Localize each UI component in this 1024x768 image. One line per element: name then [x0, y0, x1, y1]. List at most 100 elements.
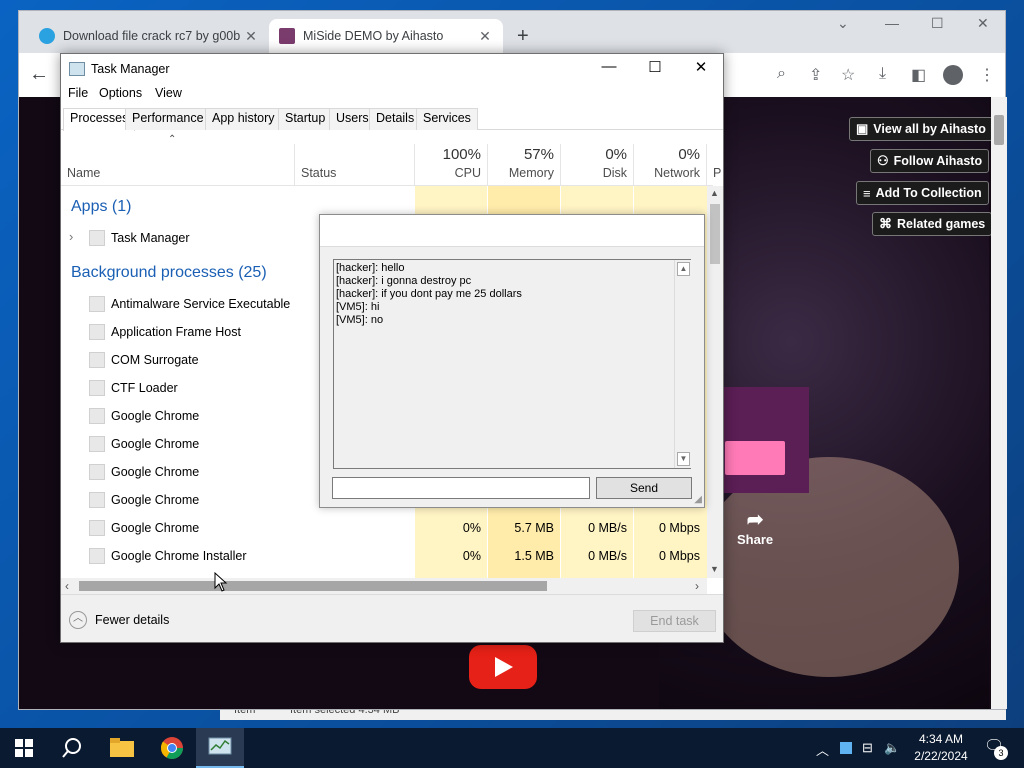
scroll-up-icon[interactable]: ▲	[710, 188, 719, 198]
vertical-scrollbar[interactable]: ▲ ▼	[707, 186, 723, 578]
view-all-button[interactable]: ▣ View all by Aihasto	[849, 117, 993, 141]
process-cpu: 0%	[462, 521, 481, 535]
tab-search-chevron-icon[interactable]: ⌄	[837, 15, 849, 32]
column-header: ⌃ Name Status 100% CPU 57% Memory 0% Dis…	[61, 130, 721, 186]
table-row[interactable]: Google Chrome 0% 5.7 MB 0 MB/s 0 Mbps	[61, 514, 707, 542]
minimize-icon[interactable]: —	[885, 15, 899, 31]
sort-arrow-icon: ⌃	[168, 134, 177, 145]
end-task-button[interactable]: End task	[633, 610, 716, 632]
volume-muted-icon[interactable]: 🔈	[884, 740, 900, 756]
column-network[interactable]: Network	[640, 166, 700, 180]
scroll-thumb[interactable]	[79, 581, 547, 591]
share-icon[interactable]: ⇪	[809, 65, 822, 85]
chat-message-input[interactable]	[332, 477, 590, 499]
process-name: Antimalware Service Executable	[111, 297, 291, 311]
chat-log[interactable]: [hacker]: hello [hacker]: i gonna destro…	[333, 259, 691, 469]
column-power[interactable]: P	[713, 166, 723, 180]
chat-titlebar[interactable]	[320, 215, 704, 247]
app-tray-icon[interactable]	[840, 742, 852, 754]
minimize-icon[interactable]: —	[589, 58, 629, 75]
search-icon[interactable]: ⌕	[777, 65, 786, 83]
network-icon[interactable]: ⊟	[862, 740, 873, 756]
share-label: Share	[737, 532, 774, 547]
network-percent: 0%	[678, 146, 700, 163]
tab-services[interactable]: Services	[416, 108, 478, 130]
menu-view[interactable]: View	[155, 86, 182, 100]
tab-app-history[interactable]: App history	[205, 108, 282, 130]
horizontal-scrollbar[interactable]: ‹ ›	[61, 578, 707, 594]
table-row[interactable]: Google Chrome Installer 0% 1.5 MB 0 MB/s 0 M…	[61, 542, 707, 570]
scroll-thumb[interactable]	[710, 204, 720, 264]
clock[interactable]: 4:34 AM 2/22/2024	[906, 731, 976, 765]
memory-percent: 57%	[523, 146, 554, 163]
maximize-icon[interactable]: ☐	[931, 15, 944, 32]
process-name: Google Chrome	[111, 493, 200, 507]
chat-message: [VM5]: no	[336, 314, 384, 326]
chevron-up-icon: ︿	[69, 611, 87, 629]
tab-performance[interactable]: Performance	[125, 108, 211, 130]
download-button[interactable]	[725, 441, 785, 475]
page-scrollbar[interactable]	[991, 97, 1007, 709]
add-to-collection-button[interactable]: ≡ Add To Collection	[856, 181, 989, 205]
chevron-up-icon[interactable]: ︿	[816, 740, 829, 759]
close-icon[interactable]: ✕	[977, 15, 989, 32]
tab-startup[interactable]: Startup	[278, 108, 333, 130]
follow-button[interactable]: ⚇ Follow Aihasto	[870, 149, 990, 173]
notification-center-button[interactable]: 🗨 3	[984, 736, 1008, 760]
map-icon: ⌘	[879, 216, 892, 231]
side-panel-icon[interactable]: ◧	[911, 65, 926, 85]
taskbar: ︿ ⊟ 🔈 4:34 AM 2/22/2024 🗨 3	[0, 728, 1024, 768]
scroll-up-icon[interactable]: ▲	[677, 262, 690, 276]
related-games-button[interactable]: ⌘ Related games	[872, 212, 993, 236]
expand-chevron-icon[interactable]: ›	[69, 229, 73, 244]
start-button[interactable]	[0, 728, 48, 768]
new-tab-plus-icon[interactable]: +	[517, 25, 529, 48]
maximize-icon[interactable]: ☐	[635, 58, 675, 76]
column-name[interactable]: Name	[67, 166, 100, 180]
column-disk[interactable]: Disk	[567, 166, 627, 180]
bookmark-star-icon[interactable]: ☆	[841, 65, 855, 85]
game-favicon-icon	[279, 28, 295, 44]
youtube-play-icon[interactable]	[469, 645, 537, 689]
search-button[interactable]	[48, 728, 96, 768]
task-manager-titlebar[interactable]: Task Manager — ☐ ✕	[61, 54, 723, 84]
background-group-header[interactable]: Background processes (25)	[71, 264, 267, 282]
chat-message: [hacker]: hello	[336, 262, 405, 274]
menu-kebab-icon[interactable]: ⋮	[979, 65, 995, 85]
task-manager-taskbar-button[interactable]	[196, 728, 244, 768]
fewer-details-button[interactable]: ︿ Fewer details	[69, 611, 169, 629]
chrome-tab-download[interactable]: Download file crack rc7 by g00b ✕	[29, 19, 269, 53]
back-arrow-icon[interactable]: ←	[29, 63, 49, 86]
site-favicon-icon	[39, 28, 55, 44]
apps-group-header[interactable]: Apps (1)	[71, 198, 131, 216]
process-mem: 5.7 MB	[514, 521, 554, 535]
column-memory[interactable]: Memory	[494, 166, 554, 180]
chat-scrollbar[interactable]: ▲ ▼	[674, 260, 691, 468]
close-icon[interactable]: ✕	[477, 28, 493, 45]
scroll-down-icon[interactable]: ▼	[677, 452, 690, 466]
tab-details[interactable]: Details	[369, 108, 422, 130]
scroll-down-icon[interactable]: ▼	[710, 564, 719, 574]
scroll-right-icon[interactable]: ›	[695, 579, 699, 593]
chat-message: [VM5]: hi	[336, 301, 380, 313]
process-name: COM Surrogate	[111, 353, 199, 367]
file-explorer-button[interactable]	[98, 728, 146, 768]
share-button[interactable]: ➦ Share	[737, 507, 773, 547]
column-cpu[interactable]: CPU	[421, 166, 481, 180]
close-icon[interactable]: ✕	[681, 58, 721, 76]
send-button[interactable]: Send	[596, 477, 692, 499]
windows-logo-icon	[15, 739, 33, 757]
chrome-taskbar-button[interactable]	[148, 728, 196, 768]
scroll-left-icon[interactable]: ‹	[65, 579, 69, 593]
resize-grip-icon[interactable]: ◢	[694, 494, 702, 505]
menu-options[interactable]: Options	[99, 86, 142, 100]
profile-avatar-icon[interactable]	[943, 65, 963, 85]
chrome-tab-miside[interactable]: MiSide DEMO by Aihasto ✕	[269, 19, 503, 53]
chrome-tabstrip: Download file crack rc7 by g00b ✕ MiSide…	[19, 11, 1005, 53]
menu-file[interactable]: File	[68, 86, 88, 100]
process-net: 0 Mbps	[659, 521, 700, 535]
chat-message: [hacker]: if you dont pay me 25 dollars	[336, 288, 522, 300]
download-icon[interactable]: ⤓	[879, 65, 886, 83]
column-status[interactable]: Status	[301, 166, 336, 180]
close-icon[interactable]: ✕	[243, 28, 259, 45]
